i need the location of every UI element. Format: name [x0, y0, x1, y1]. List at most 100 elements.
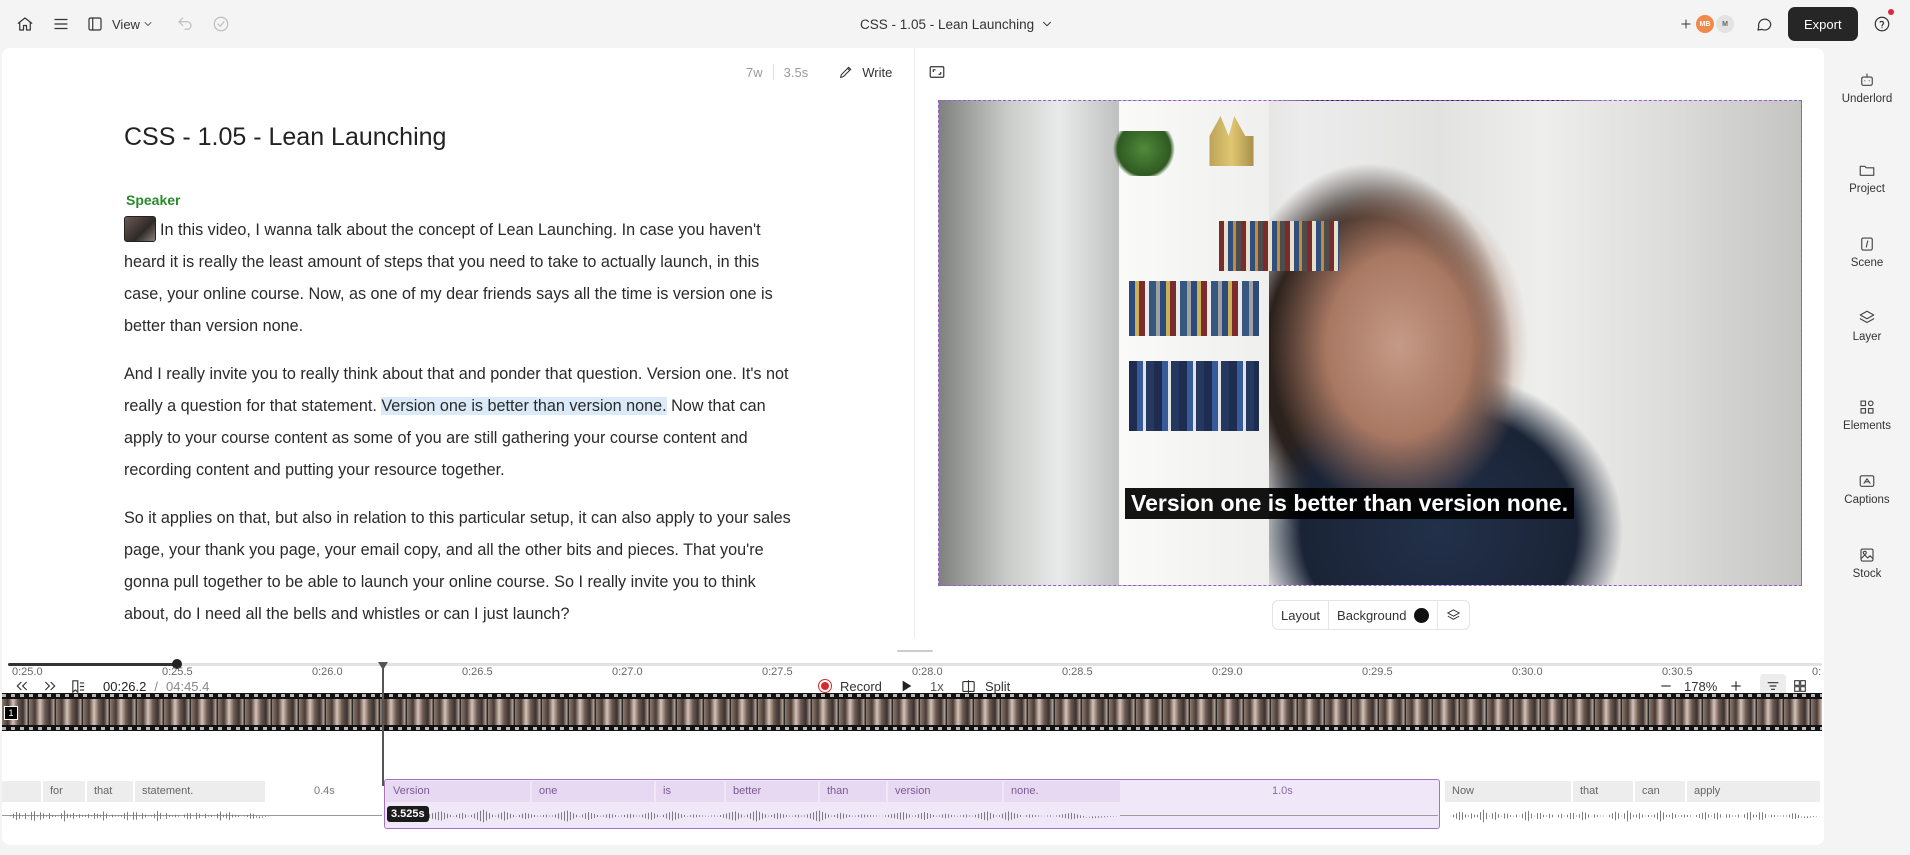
word-block[interactable]: [2, 781, 41, 802]
script-toolbar: 7w 3.5s Write: [746, 60, 946, 84]
menu-button[interactable]: [47, 0, 75, 48]
selection-duration-badge: 3.525s: [387, 806, 429, 822]
word-block[interactable]: can: [1635, 781, 1685, 802]
layers-button[interactable]: [1438, 601, 1469, 629]
background-color-swatch: [1414, 607, 1430, 623]
home-icon: [17, 17, 33, 31]
ruler-tick: 0:29.5: [1362, 666, 1393, 678]
panel-divider: [914, 48, 915, 638]
highlighted-sentence[interactable]: Version one is better than version none.: [381, 397, 667, 415]
chevron-down-icon: [1043, 21, 1052, 27]
paragraph-text: So it applies on that, but also in relat…: [124, 509, 791, 623]
word-block[interactable]: Now: [1445, 781, 1571, 802]
film-perforation: [2, 694, 1822, 697]
check-circle-icon: [213, 16, 229, 32]
rail-elements[interactable]: Elements: [1824, 398, 1910, 432]
write-button[interactable]: Write: [838, 64, 892, 80]
help-icon: [1874, 16, 1890, 32]
rail-label: Elements: [1843, 420, 1891, 432]
gap-duration[interactable]: 0.4s: [314, 785, 335, 797]
hamburger-icon: [54, 18, 68, 30]
selection-duration: 3.5s: [783, 64, 809, 80]
layout-button[interactable]: Layout: [1273, 601, 1330, 629]
word-block[interactable]: that: [87, 781, 133, 802]
chevron-down-icon: [144, 22, 152, 26]
undo-icon: [178, 17, 192, 30]
ruler-tick: 0:26.5: [462, 666, 493, 678]
word-block[interactable]: statement.: [135, 781, 265, 802]
rail-label: Layer: [1852, 331, 1882, 343]
undo-button[interactable]: [171, 0, 199, 48]
video-track[interactable]: 1: [2, 693, 1822, 731]
ruler-tick: 0:25.5: [162, 666, 193, 678]
ruler-tick: 0:: [1812, 666, 1822, 678]
expand-frame-icon: [929, 66, 945, 78]
comments-button[interactable]: [1750, 0, 1778, 48]
books: [1129, 281, 1259, 336]
resize-handle[interactable]: [897, 650, 933, 652]
avatar: M: [1716, 15, 1734, 33]
word-block[interactable]: for: [43, 781, 85, 802]
help-button[interactable]: [1868, 0, 1896, 48]
rail-label: Scene: [1850, 257, 1884, 269]
background-button[interactable]: Background: [1329, 601, 1439, 629]
export-button-wrap: Export: [1788, 0, 1858, 48]
transcript-paragraph[interactable]: And I really invite you to really think …: [124, 358, 794, 486]
speaker-label[interactable]: Speaker: [126, 192, 180, 208]
notification-dot: [1888, 9, 1894, 15]
caption-overlay[interactable]: Version one is better than version none.: [1125, 488, 1575, 519]
scene-icon: [1861, 237, 1873, 251]
rail-underlord[interactable]: Underlord: [1824, 71, 1910, 105]
transcript-paragraph[interactable]: In this video, I wanna talk about the co…: [124, 214, 794, 342]
folder-icon: [1859, 165, 1875, 176]
rail-label: Captions: [1844, 494, 1890, 506]
ruler-tick: 0:26.0: [312, 666, 343, 678]
paragraph-text: In this video, I wanna talk about the co…: [124, 221, 773, 335]
word-block[interactable]: Version: [386, 781, 530, 802]
playhead[interactable]: [382, 662, 384, 786]
rail-stock[interactable]: Stock: [1824, 546, 1910, 580]
gap-duration[interactable]: 1.0s: [1272, 785, 1293, 797]
word-block[interactable]: is: [656, 781, 724, 802]
ruler-tick: 0:27.5: [762, 666, 793, 678]
word-block[interactable]: that: [1573, 781, 1633, 802]
timeline-ruler[interactable]: 0:25.0 0:25.5 0:26.0 0:26.5 0:27.0 0:27.5 0:28…: [0, 663, 1822, 683]
ruler-tick: 0:29.0: [1212, 666, 1243, 678]
word-block[interactable]: one: [532, 781, 654, 802]
top-bar: View CSS - 1.05 - Lean Launching MB M Ex…: [0, 0, 1910, 48]
word-block[interactable]: none.: [1004, 781, 1120, 802]
ruler-tick: 0:25.0: [12, 666, 43, 678]
speaker-thumbnail[interactable]: [124, 215, 156, 242]
rail-scene[interactable]: Scene: [1824, 235, 1910, 269]
layers-icon: [1859, 310, 1875, 324]
rail-project[interactable]: Project: [1824, 161, 1910, 195]
home-button[interactable]: [11, 0, 39, 48]
video-preview[interactable]: Version one is better than version none.: [938, 100, 1802, 586]
collaborators[interactable]: MB M: [1676, 0, 1734, 48]
ruler-tick: 0:27.0: [612, 666, 643, 678]
right-sidebar: Underlord Project Scene Layer Elements C…: [1824, 48, 1910, 855]
script-title: CSS - 1.05 - Lean Launching: [124, 123, 447, 151]
ruler-tick: 0:28.0: [912, 666, 943, 678]
avatar: MB: [1696, 15, 1714, 33]
layout-icon: [88, 17, 102, 31]
transcript-paragraph[interactable]: So it applies on that, but also in relat…: [124, 502, 794, 630]
word-block[interactable]: apply: [1687, 781, 1820, 802]
ruler-tick: 0:28.5: [1062, 666, 1093, 678]
rail-layer[interactable]: Layer: [1824, 309, 1910, 343]
view-menu-button[interactable]: View: [84, 0, 156, 48]
export-button[interactable]: Export: [1788, 7, 1858, 41]
word-block[interactable]: better: [726, 781, 818, 802]
toggle-preview-button[interactable]: [928, 63, 946, 81]
word-block[interactable]: than: [820, 781, 886, 802]
rail-label: Underlord: [1841, 93, 1893, 105]
word-block[interactable]: version: [888, 781, 1002, 802]
view-label: View: [112, 16, 140, 32]
binders: [1129, 361, 1259, 431]
document-title-dropdown[interactable]: CSS - 1.05 - Lean Launching: [860, 0, 1060, 48]
rail-label: Stock: [1852, 568, 1882, 580]
stock-media-icon: [1860, 548, 1874, 562]
layers-icon: [1447, 608, 1461, 620]
rail-captions[interactable]: Captions: [1824, 472, 1910, 506]
elements-icon: [1860, 400, 1874, 414]
